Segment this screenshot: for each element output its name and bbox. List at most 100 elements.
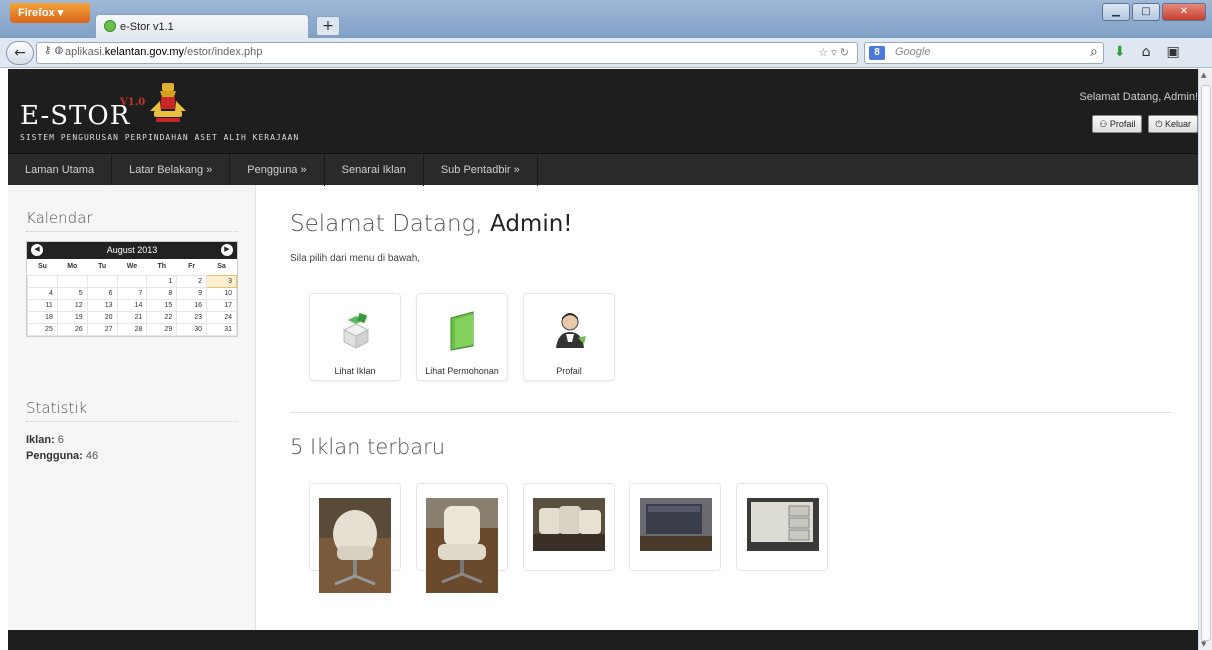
- new-tab-button[interactable]: +: [316, 16, 340, 36]
- scrollbar-thumb[interactable]: [1201, 85, 1211, 641]
- toolbar-icons: ⌕ ⬇ ⌂ ▣: [1090, 44, 1180, 60]
- user-icon: ⚇: [1099, 119, 1108, 129]
- menu-item-laman-utama[interactable]: Laman Utama: [8, 154, 113, 186]
- search-engine-icon[interactable]: 8: [869, 46, 885, 60]
- calendar-weekday: Th: [157, 263, 167, 271]
- tile-label: Lihat Permohonan: [425, 366, 499, 376]
- calendar-day[interactable]: 14: [116, 298, 148, 312]
- tile-profail[interactable]: Profail: [523, 293, 615, 381]
- tile-label: Lihat Iklan: [334, 366, 376, 376]
- calendar-day[interactable]: 28: [116, 322, 148, 336]
- calendar-day[interactable]: 3: [206, 274, 237, 288]
- page-scrollbar[interactable]: ▲ ▼: [1198, 69, 1212, 650]
- calendar-day[interactable]: 31: [206, 322, 237, 336]
- calendar-day[interactable]: 9: [176, 286, 208, 300]
- ad-thumb-cabinet-dark[interactable]: [640, 498, 712, 551]
- calendar-day[interactable]: 8: [146, 286, 178, 300]
- ad-thumb-chair-2[interactable]: [426, 498, 498, 593]
- calendar-day[interactable]: 22: [146, 310, 178, 324]
- latest-ads-heading: 5 Iklan terbaru: [290, 435, 446, 459]
- divider: [290, 412, 1172, 413]
- tile-lihat-iklan[interactable]: Lihat Iklan: [309, 293, 401, 381]
- calendar-month: August 2013: [106, 245, 158, 255]
- ad-thumb-cabinet-light[interactable]: [747, 498, 819, 551]
- calendar-day[interactable]: 24: [206, 310, 237, 324]
- calendar-day[interactable]: 10: [206, 286, 237, 300]
- calendar-day[interactable]: 2: [176, 274, 208, 288]
- calendar-day[interactable]: 19: [56, 310, 88, 324]
- calendar-header: ◀ August 2013 ▶: [27, 242, 237, 259]
- site-version: V1.0: [120, 97, 146, 108]
- calendar-day[interactable]: 23: [176, 310, 208, 324]
- calendar-day: [56, 274, 88, 288]
- menu-item-senarai-iklan[interactable]: Senarai Iklan: [325, 154, 424, 186]
- calendar-day[interactable]: 12: [56, 298, 88, 312]
- ad-thumb-chair-1[interactable]: [319, 498, 391, 593]
- calendar-day[interactable]: 30: [176, 322, 208, 336]
- browser-navbar: ← aplikasi.kelantan.gov.my/estor/index.p…: [0, 38, 1212, 68]
- sidebar: Kalendar ◀ August 2013 ▶ Su Mo Tu We Th Fr Sa …: [8, 185, 256, 650]
- site-identity-icon[interactable]: ⚷ ◍: [44, 45, 63, 56]
- power-icon: ⏻: [1155, 119, 1163, 129]
- site-header: E-STOR V1.0 SISTEM PENGURUSAN PERPINDAHA…: [8, 69, 1198, 153]
- scroll-down-icon[interactable]: ▼: [1201, 640, 1206, 648]
- home-icon[interactable]: ⌂: [1142, 44, 1151, 60]
- calendar-day[interactable]: 20: [86, 310, 118, 324]
- calendar-weekday: Mo: [67, 263, 78, 271]
- scroll-up-icon[interactable]: ▲: [1201, 71, 1206, 79]
- menu-item-latar-belakang[interactable]: Latar Belakang »: [112, 154, 231, 186]
- bookmark-star-icon[interactable]: ☆ ▿ ↻: [818, 46, 849, 59]
- tile-lihat-permohonan[interactable]: Lihat Permohonan: [416, 293, 508, 381]
- calendar-day[interactable]: 1: [146, 274, 178, 288]
- menu-item-pengguna[interactable]: Pengguna »: [230, 154, 325, 186]
- header-welcome: Selamat Datang, Admin!: [1079, 91, 1198, 103]
- calendar-day[interactable]: 21: [116, 310, 148, 324]
- calendar-day[interactable]: 29: [146, 322, 178, 336]
- site-logo[interactable]: E-STOR: [20, 101, 130, 131]
- minimize-icon[interactable]: ▁: [1102, 3, 1130, 21]
- calendar-day[interactable]: 16: [176, 298, 208, 312]
- page-title: Selamat Datang, Admin!: [290, 211, 573, 237]
- ad-thumb-chairs-group[interactable]: [533, 498, 605, 551]
- calendar-day[interactable]: 18: [27, 310, 58, 324]
- page-subtitle: Sila pilih dari menu di bawah,: [290, 253, 421, 264]
- stat-pengguna-value: 46: [85, 450, 99, 462]
- calendar-day[interactable]: 7: [116, 286, 148, 300]
- calendar-day[interactable]: 6: [86, 286, 118, 300]
- menu-item-sub-pentadbir[interactable]: Sub Pentadbir »: [424, 154, 538, 186]
- calendar-day[interactable]: 11: [27, 298, 58, 312]
- calendar-day[interactable]: 25: [27, 322, 58, 336]
- download-icon[interactable]: ⬇: [1114, 44, 1126, 60]
- firefox-menu-button[interactable]: Firefox ▾: [10, 3, 90, 23]
- browser-tab[interactable]: e-Stor v1.1: [95, 14, 309, 38]
- calendar-day[interactable]: 5: [56, 286, 88, 300]
- calendar-weekday: We: [126, 263, 138, 271]
- close-icon[interactable]: ✕: [1162, 3, 1206, 21]
- profile-button[interactable]: ⚇ Profail: [1092, 115, 1143, 133]
- calendar-day[interactable]: 15: [146, 298, 178, 312]
- calendar-heading: Kalendar: [26, 209, 93, 227]
- search-input[interactable]: 8 Google: [864, 42, 1104, 64]
- calendar-grid: Su Mo Tu We Th Fr Sa 1 2 3 4 5 6 7 8 9 10 11 12 13 14 15 16 17…: [27, 259, 237, 336]
- search-icon[interactable]: ⌕: [1090, 44, 1098, 60]
- calendar-day[interactable]: 26: [56, 322, 88, 336]
- calendar-day[interactable]: 4: [27, 286, 58, 300]
- prev-month-icon[interactable]: ◀: [31, 244, 43, 256]
- calendar-day[interactable]: 17: [206, 298, 237, 312]
- back-arrow-icon[interactable]: ←: [6, 41, 34, 65]
- main-menu: Laman Utama Latar Belakang » Pengguna » …: [8, 153, 1198, 186]
- url-bar[interactable]: aplikasi.kelantan.gov.my/estor/index.php…: [36, 42, 858, 64]
- bookmarks-menu-icon[interactable]: ▣: [1166, 44, 1179, 60]
- calendar-day: [116, 274, 148, 288]
- url-path: /estor/index.php: [184, 46, 263, 58]
- maximize-icon[interactable]: □: [1132, 3, 1160, 21]
- header-buttons: ⚇ Profail ⏻ Keluar: [1092, 115, 1198, 133]
- green-folder-icon: [450, 311, 474, 351]
- calendar-day[interactable]: 27: [86, 322, 118, 336]
- state-crest-icon: [150, 83, 186, 122]
- calendar-day[interactable]: 13: [86, 298, 118, 312]
- logout-button[interactable]: ⏻ Keluar: [1148, 115, 1198, 133]
- user-profile-icon: [556, 313, 586, 348]
- next-month-icon[interactable]: ▶: [221, 244, 233, 256]
- calendar-weekday: Tu: [98, 263, 107, 271]
